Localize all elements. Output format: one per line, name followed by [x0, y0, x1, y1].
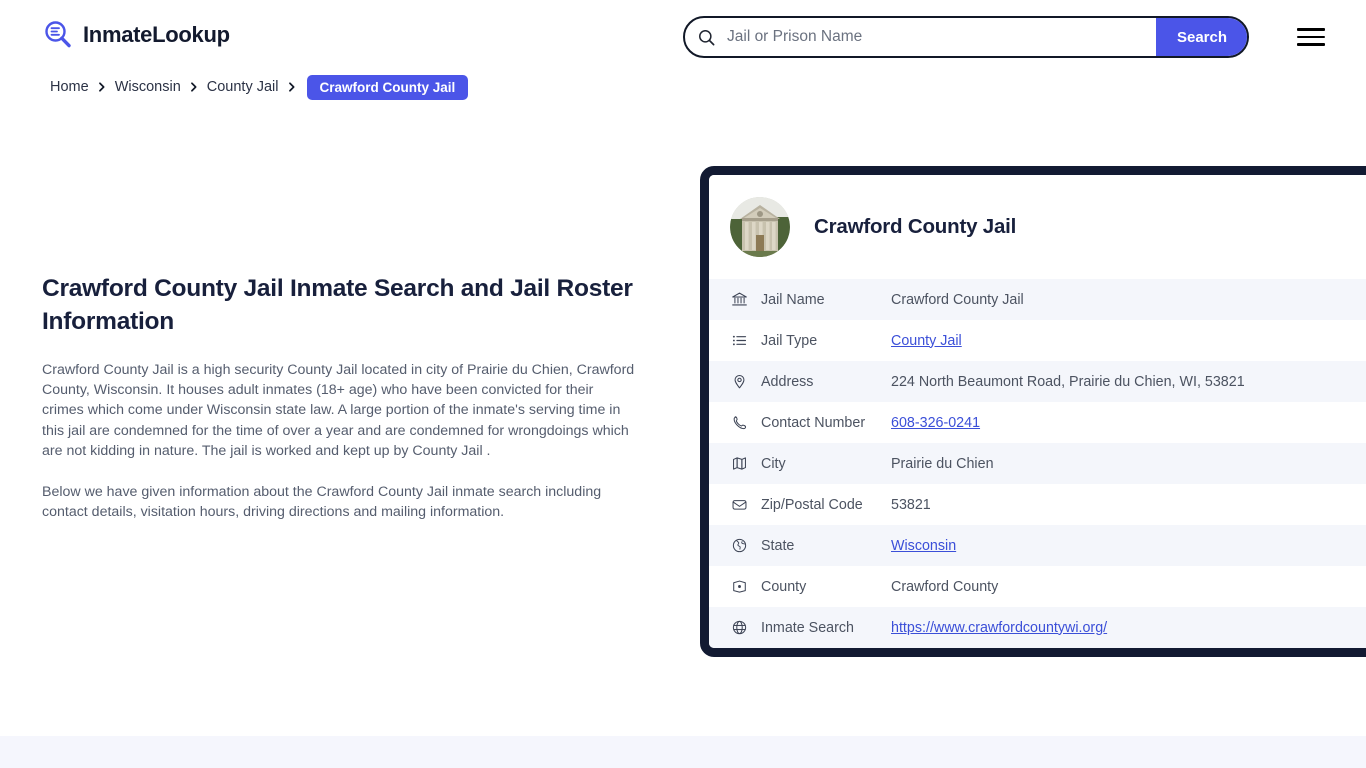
- magnifier-list-icon: [42, 19, 74, 51]
- row-label-state: State: [761, 537, 795, 554]
- table-row: Jail Name Crawford County Jail: [709, 279, 1366, 320]
- jail-info-card: Crawford County Jail Jail Name Crawford …: [700, 166, 1366, 657]
- row-label-address: Address: [761, 373, 814, 390]
- row-label-jail-name: Jail Name: [761, 291, 825, 308]
- card-title: Crawford County Jail: [814, 215, 1017, 238]
- row-label-jail-type: Jail Type: [761, 332, 818, 349]
- table-row: Address 224 North Beaumont Road, Prairie…: [709, 361, 1366, 402]
- bank-building-icon: [731, 291, 761, 308]
- map-pin-icon: [731, 373, 761, 390]
- breadcrumb-current: Crawford County Jail: [306, 74, 469, 100]
- table-row: County Crawford County: [709, 566, 1366, 607]
- row-label-inmate-search: Inmate Search: [761, 619, 854, 636]
- row-value-contact-number[interactable]: 608-326-0241: [891, 415, 980, 431]
- hamburger-bar: [1297, 43, 1325, 46]
- row-value-county: Crawford County: [891, 578, 999, 595]
- description-paragraph-1: Crawford County Jail is a high security …: [42, 362, 635, 459]
- breadcrumb-item-home[interactable]: Home: [50, 79, 89, 95]
- row-value-state[interactable]: Wisconsin: [891, 538, 956, 554]
- county-marker-icon: [731, 578, 761, 595]
- breadcrumb-item-county-jail[interactable]: County Jail: [207, 79, 279, 95]
- footer-band: [0, 736, 1366, 768]
- brand-logo[interactable]: InmateLookup: [42, 19, 230, 51]
- row-value-zip-code: 53821: [891, 496, 931, 513]
- breadcrumb-item-wisconsin[interactable]: Wisconsin: [115, 79, 181, 95]
- row-value-city: Prairie du Chien: [891, 455, 994, 472]
- row-label-city: City: [761, 455, 786, 472]
- table-row: City Prairie du Chien: [709, 443, 1366, 484]
- table-row: Inmate Search https://www.crawfordcounty…: [709, 607, 1366, 648]
- list-icon: [731, 332, 761, 349]
- row-label-county: County: [761, 578, 807, 595]
- main-content: Crawford County Jail Inmate Search and J…: [42, 272, 638, 522]
- search-button[interactable]: Search: [1156, 18, 1247, 56]
- phone-icon: [731, 414, 761, 431]
- breadcrumb: Home Wisconsin County Jail Crawford Coun…: [50, 74, 469, 100]
- envelope-icon: [731, 496, 761, 513]
- table-row: Contact Number 608-326-0241: [709, 402, 1366, 443]
- search-icon: [685, 18, 727, 56]
- globe-icon: [731, 619, 761, 636]
- chevron-right-icon: [189, 82, 199, 92]
- table-row: Zip/Postal Code 53821: [709, 484, 1366, 525]
- courthouse-building-photo: [730, 197, 790, 257]
- table-row: Jail Type County Jail: [709, 320, 1366, 361]
- hamburger-bar: [1297, 35, 1325, 39]
- row-label-contact-number: Contact Number: [761, 414, 866, 431]
- description-paragraph-2: Below we have given information about th…: [42, 484, 602, 521]
- page-title: Crawford County Jail Inmate Search and J…: [42, 275, 633, 335]
- row-label-zip-code: Zip/Postal Code: [761, 496, 863, 513]
- search-input[interactable]: [727, 18, 1156, 56]
- site-header: InmateLookup Search: [0, 0, 1366, 74]
- card-header: Crawford County Jail: [709, 175, 1366, 279]
- chevron-right-icon: [97, 82, 107, 92]
- row-value-address: 224 North Beaumont Road, Prairie du Chie…: [891, 373, 1245, 390]
- row-value-jail-type[interactable]: County Jail: [891, 333, 962, 349]
- brand-name: InmateLookup: [83, 22, 230, 47]
- chevron-right-icon: [287, 82, 297, 92]
- hamburger-bar: [1297, 28, 1325, 31]
- table-row: State Wisconsin: [709, 525, 1366, 566]
- globe-americas-icon: [731, 537, 761, 554]
- row-value-jail-name: Crawford County Jail: [891, 291, 1024, 308]
- search-bar[interactable]: Search: [683, 16, 1249, 58]
- map-icon: [731, 455, 761, 472]
- row-value-inmate-search[interactable]: https://www.crawfordcountywi.org/: [891, 620, 1107, 636]
- hamburger-menu-icon[interactable]: [1297, 26, 1327, 48]
